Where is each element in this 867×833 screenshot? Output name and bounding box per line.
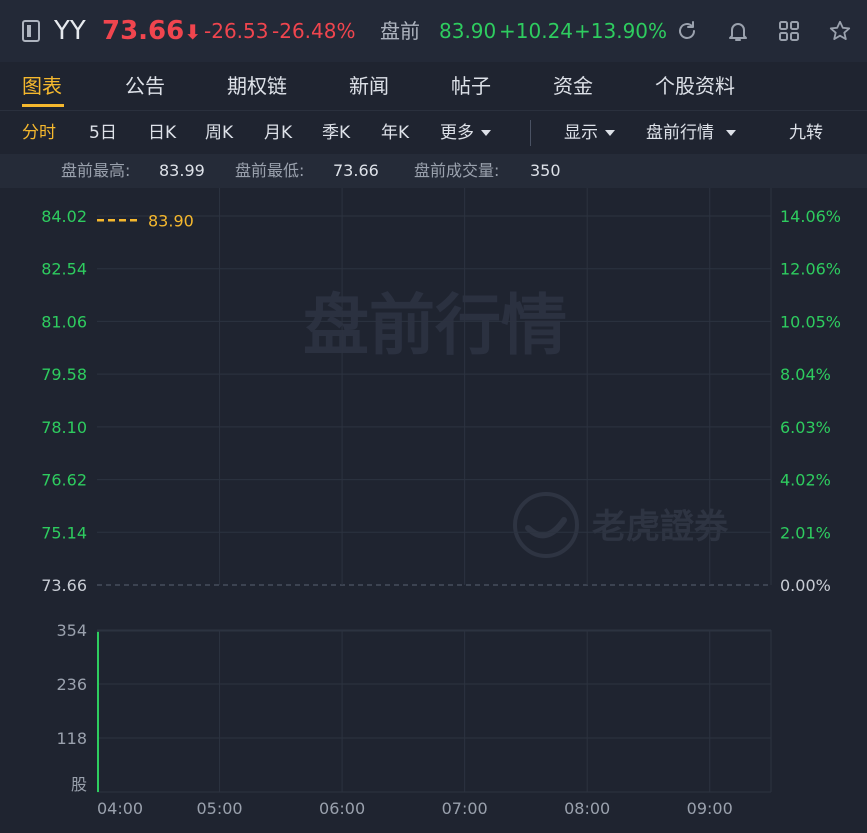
chart-watermark: 盘前行情 xyxy=(303,287,567,364)
premarket-price: 83.90 xyxy=(439,19,497,43)
tab-announcements[interactable]: 公告 xyxy=(125,62,165,110)
tab-capital-flow[interactable]: 资金 xyxy=(553,62,593,110)
x-axis-label: 09:00 xyxy=(687,799,733,818)
price-axis-label: 84.02 xyxy=(41,207,87,226)
percent-axis-label: 6.03% xyxy=(780,418,831,437)
tab-company-profile[interactable]: 个股资料 xyxy=(655,62,735,110)
price-axis-label: 82.54 xyxy=(41,260,87,279)
down-arrow-icon: ⬇ xyxy=(184,20,202,44)
volume-bar xyxy=(97,631,99,792)
volume-axis-label: 118 xyxy=(56,729,87,748)
chevron-down-icon xyxy=(726,130,736,136)
display-dropdown[interactable]: 显示 xyxy=(564,111,615,155)
premarket-high-label: 盘前最高: xyxy=(61,161,131,180)
price-axis-label: 76.62 xyxy=(41,471,87,490)
volume-unit-label: 股 xyxy=(71,775,87,794)
broker-watermark: 老虎證券 xyxy=(592,507,729,547)
star-icon[interactable] xyxy=(828,19,852,43)
x-axis-label: 07:00 xyxy=(442,799,488,818)
more-periods-dropdown[interactable]: 更多 xyxy=(440,111,491,155)
premarket-label: 盘前 xyxy=(380,19,420,43)
percent-axis-label: 4.02% xyxy=(780,471,831,490)
premarket-low-label: 盘前最低: xyxy=(235,161,305,180)
premarket-dropdown[interactable]: 盘前行情 xyxy=(646,111,736,155)
price-chart[interactable]: 盘前行情 老虎證券 84.02 14.06% 82.54 12.06% 81.06 10.… xyxy=(0,188,867,833)
x-axis-label: 08:00 xyxy=(564,799,610,818)
price-change: -26.53 xyxy=(204,19,269,43)
refresh-icon[interactable] xyxy=(675,19,699,43)
period-yearly[interactable]: 年K xyxy=(381,111,409,155)
x-axis-label: 06:00 xyxy=(319,799,365,818)
grid-icon[interactable] xyxy=(777,19,801,43)
period-monthly[interactable]: 月K xyxy=(264,111,292,155)
sidebar-toggle-icon[interactable] xyxy=(22,20,40,42)
tab-chart[interactable]: 图表 xyxy=(22,62,62,110)
quote-header: YY 73.66⬇ -26.53 -26.48% 盘前 83.90 +10.24… xyxy=(0,0,867,63)
active-tab-indicator xyxy=(22,104,64,107)
last-price: 73.66⬇ xyxy=(102,16,202,46)
period-5day[interactable]: 5日 xyxy=(89,111,117,155)
current-price-label: 83.90 xyxy=(148,211,194,230)
premarket-stats: 盘前最高: 83.99 盘前最低: 73.66 盘前成交量: 350 xyxy=(0,154,867,188)
toolbar-divider xyxy=(530,120,531,146)
percent-axis-label: 8.04% xyxy=(780,365,831,384)
chevron-down-icon xyxy=(605,130,615,136)
nine-turn-button[interactable]: 九转 xyxy=(789,111,823,155)
percent-axis-label: 12.06% xyxy=(780,260,841,279)
volume-axis-label: 354 xyxy=(56,621,87,640)
tab-bar: 图表 公告 期权链 新闻 帖子 资金 个股资料 xyxy=(0,62,867,110)
percent-axis-label: 0.00% xyxy=(780,576,831,595)
percent-axis-label: 2.01% xyxy=(780,523,831,542)
broker-logo: 老虎證券 xyxy=(513,492,729,558)
price-change-percent: -26.48% xyxy=(272,19,356,43)
period-weekly[interactable]: 周K xyxy=(205,111,233,155)
premarket-volume-value: 350 xyxy=(530,161,561,180)
premarket-change: +10.24 xyxy=(499,19,574,43)
period-intraday[interactable]: 分时 xyxy=(22,111,56,155)
percent-axis-label: 10.05% xyxy=(780,312,841,331)
tiger-logo-icon xyxy=(513,492,579,558)
volume-axis-label: 236 xyxy=(56,675,87,694)
percent-axis-label: 14.06% xyxy=(780,207,841,226)
price-axis-label: 81.06 xyxy=(41,312,87,331)
premarket-low-value: 73.66 xyxy=(333,161,379,180)
period-quarterly[interactable]: 季K xyxy=(322,111,350,155)
price-axis-label: 73.66 xyxy=(41,576,87,595)
period-daily[interactable]: 日K xyxy=(148,111,176,155)
tab-options-chain[interactable]: 期权链 xyxy=(227,62,287,110)
stock-symbol: YY xyxy=(54,16,86,46)
period-bar: 分时 5日 日K 周K 月K 季K 年K 更多 显示 盘前行情 九转 xyxy=(0,110,867,155)
price-axis-label: 78.10 xyxy=(41,418,87,437)
premarket-volume-label: 盘前成交量: xyxy=(414,161,500,180)
price-axis-label: 79.58 xyxy=(41,365,87,384)
bell-icon[interactable] xyxy=(726,19,750,43)
tab-news[interactable]: 新闻 xyxy=(349,62,389,110)
tab-posts[interactable]: 帖子 xyxy=(451,62,491,110)
premarket-change-percent: +13.90% xyxy=(574,19,668,43)
x-axis-label: 05:00 xyxy=(196,799,242,818)
chevron-down-icon xyxy=(481,130,491,136)
x-axis-label: 04:00 xyxy=(97,799,143,818)
premarket-high-value: 83.99 xyxy=(159,161,205,180)
price-axis-label: 75.14 xyxy=(41,523,87,542)
